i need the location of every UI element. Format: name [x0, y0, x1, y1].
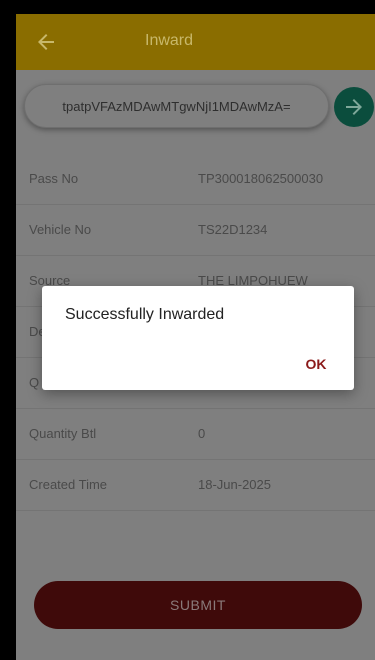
go-button[interactable] [334, 87, 374, 127]
submit-label: SUBMIT [170, 597, 226, 613]
arrow-left-icon[interactable] [34, 30, 58, 54]
arrow-right-icon [346, 99, 362, 115]
detail-row-vehicle-no: Vehicle No TS22D1234 [16, 205, 375, 256]
ok-button[interactable]: OK [294, 352, 338, 376]
token-input[interactable]: tpatpVFAzMDAwMTgwNjI1MDAwMzA= [24, 84, 329, 128]
success-dialog: Successfully Inwarded OK [42, 286, 354, 390]
detail-row-quantity-btl: Quantity Btl 0 [16, 409, 375, 460]
detail-label: Q [29, 375, 40, 390]
dialog-message: Successfully Inwarded [65, 306, 225, 323]
detail-value: 0 [198, 426, 206, 441]
detail-value: TP300018062500030 [198, 171, 324, 186]
page-title: Inward [145, 32, 194, 49]
detail-value: TS22D1234 [198, 222, 268, 237]
detail-label: Vehicle No [29, 222, 92, 237]
detail-row-pass-no: Pass No TP300018062500030 [16, 154, 375, 205]
detail-label: Quantity Btl [29, 426, 97, 441]
detail-label: Created Time [29, 477, 108, 492]
detail-row-created-time: Created Time 18-Jun-2025 [16, 460, 375, 511]
app-bar: Inward [16, 14, 375, 70]
token-value: tpatpVFAzMDAwMTgwNjI1MDAwMzA= [62, 99, 291, 114]
detail-value: 18-Jun-2025 [198, 477, 271, 492]
detail-label: Pass No [29, 171, 79, 186]
submit-button[interactable]: SUBMIT [34, 581, 362, 629]
